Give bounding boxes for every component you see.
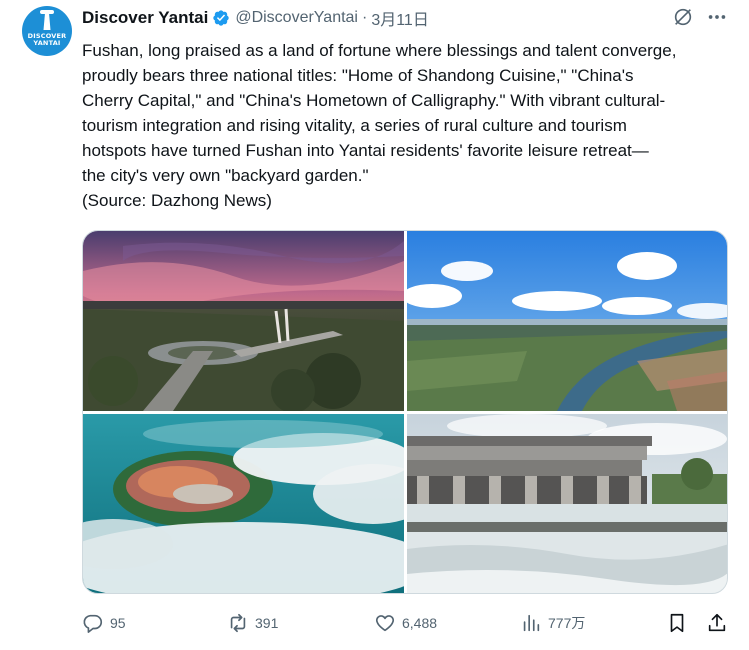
photo-sunset-town[interactable] (83, 231, 404, 411)
views-icon (523, 614, 540, 632)
views-count: 777万 (548, 615, 586, 631)
tweet-header: Discover Yantai @DiscoverYantai · 3月11日 (82, 6, 429, 30)
handle[interactable]: @DiscoverYantai (235, 9, 358, 27)
views-button[interactable]: 777万 (520, 610, 585, 636)
share-icon (708, 613, 726, 632)
grok-icon[interactable] (672, 6, 694, 28)
tweet-text-line: Fushan, long praised as a land of fortun… (82, 41, 677, 60)
heart-icon (375, 615, 395, 632)
bookmark-icon (670, 613, 684, 633)
media-grid (82, 230, 728, 594)
like-count: 6,488 (402, 615, 438, 631)
reply-count: 95 (110, 615, 126, 631)
tweet-text-line: hotspots have turned Fushan into Yantai … (82, 141, 649, 160)
avatar[interactable]: DISCOVER YANTAI (22, 6, 72, 56)
reply-button[interactable]: 95 (82, 610, 126, 636)
like-button[interactable]: 6,488 (374, 610, 437, 636)
separator-dot: · (361, 9, 368, 26)
action-bar: 95 391 6,488 777万 (82, 610, 742, 636)
photo-river-valley[interactable] (407, 231, 727, 411)
repost-count: 391 (255, 615, 279, 631)
tweet-source: (Source: Dazhong News) (82, 191, 272, 210)
display-name[interactable]: Discover Yantai (82, 8, 208, 28)
tweet-text: Fushan, long praised as a land of fortun… (82, 38, 742, 213)
more-icon[interactable] (705, 6, 729, 28)
lighthouse-body (43, 13, 51, 30)
tweet-text-line: Cherry Capital," and "China's Hometown o… (82, 91, 666, 110)
tweet-card[interactable]: DISCOVER YANTAI Discover Yantai @Discove… (0, 0, 749, 650)
reply-icon (83, 614, 103, 633)
repost-icon (230, 613, 246, 633)
bookmark-button[interactable] (666, 610, 688, 636)
photo-dam-spillway[interactable] (407, 414, 727, 593)
tweet-text-line: the city's very own "backyard garden." (82, 166, 369, 185)
avatar-text-line2: YANTAI (33, 39, 61, 47)
repost-button[interactable]: 391 (227, 610, 278, 636)
verified-badge-icon[interactable] (212, 9, 230, 27)
tweet-text-line: proudly bears three national titles: "Ho… (82, 66, 634, 85)
photo-village-clouds[interactable] (83, 414, 404, 593)
timestamp[interactable]: 3月11日 (371, 6, 429, 30)
tweet-text-line: tourism integration and rising vitality,… (82, 116, 627, 135)
share-button[interactable] (706, 610, 728, 636)
